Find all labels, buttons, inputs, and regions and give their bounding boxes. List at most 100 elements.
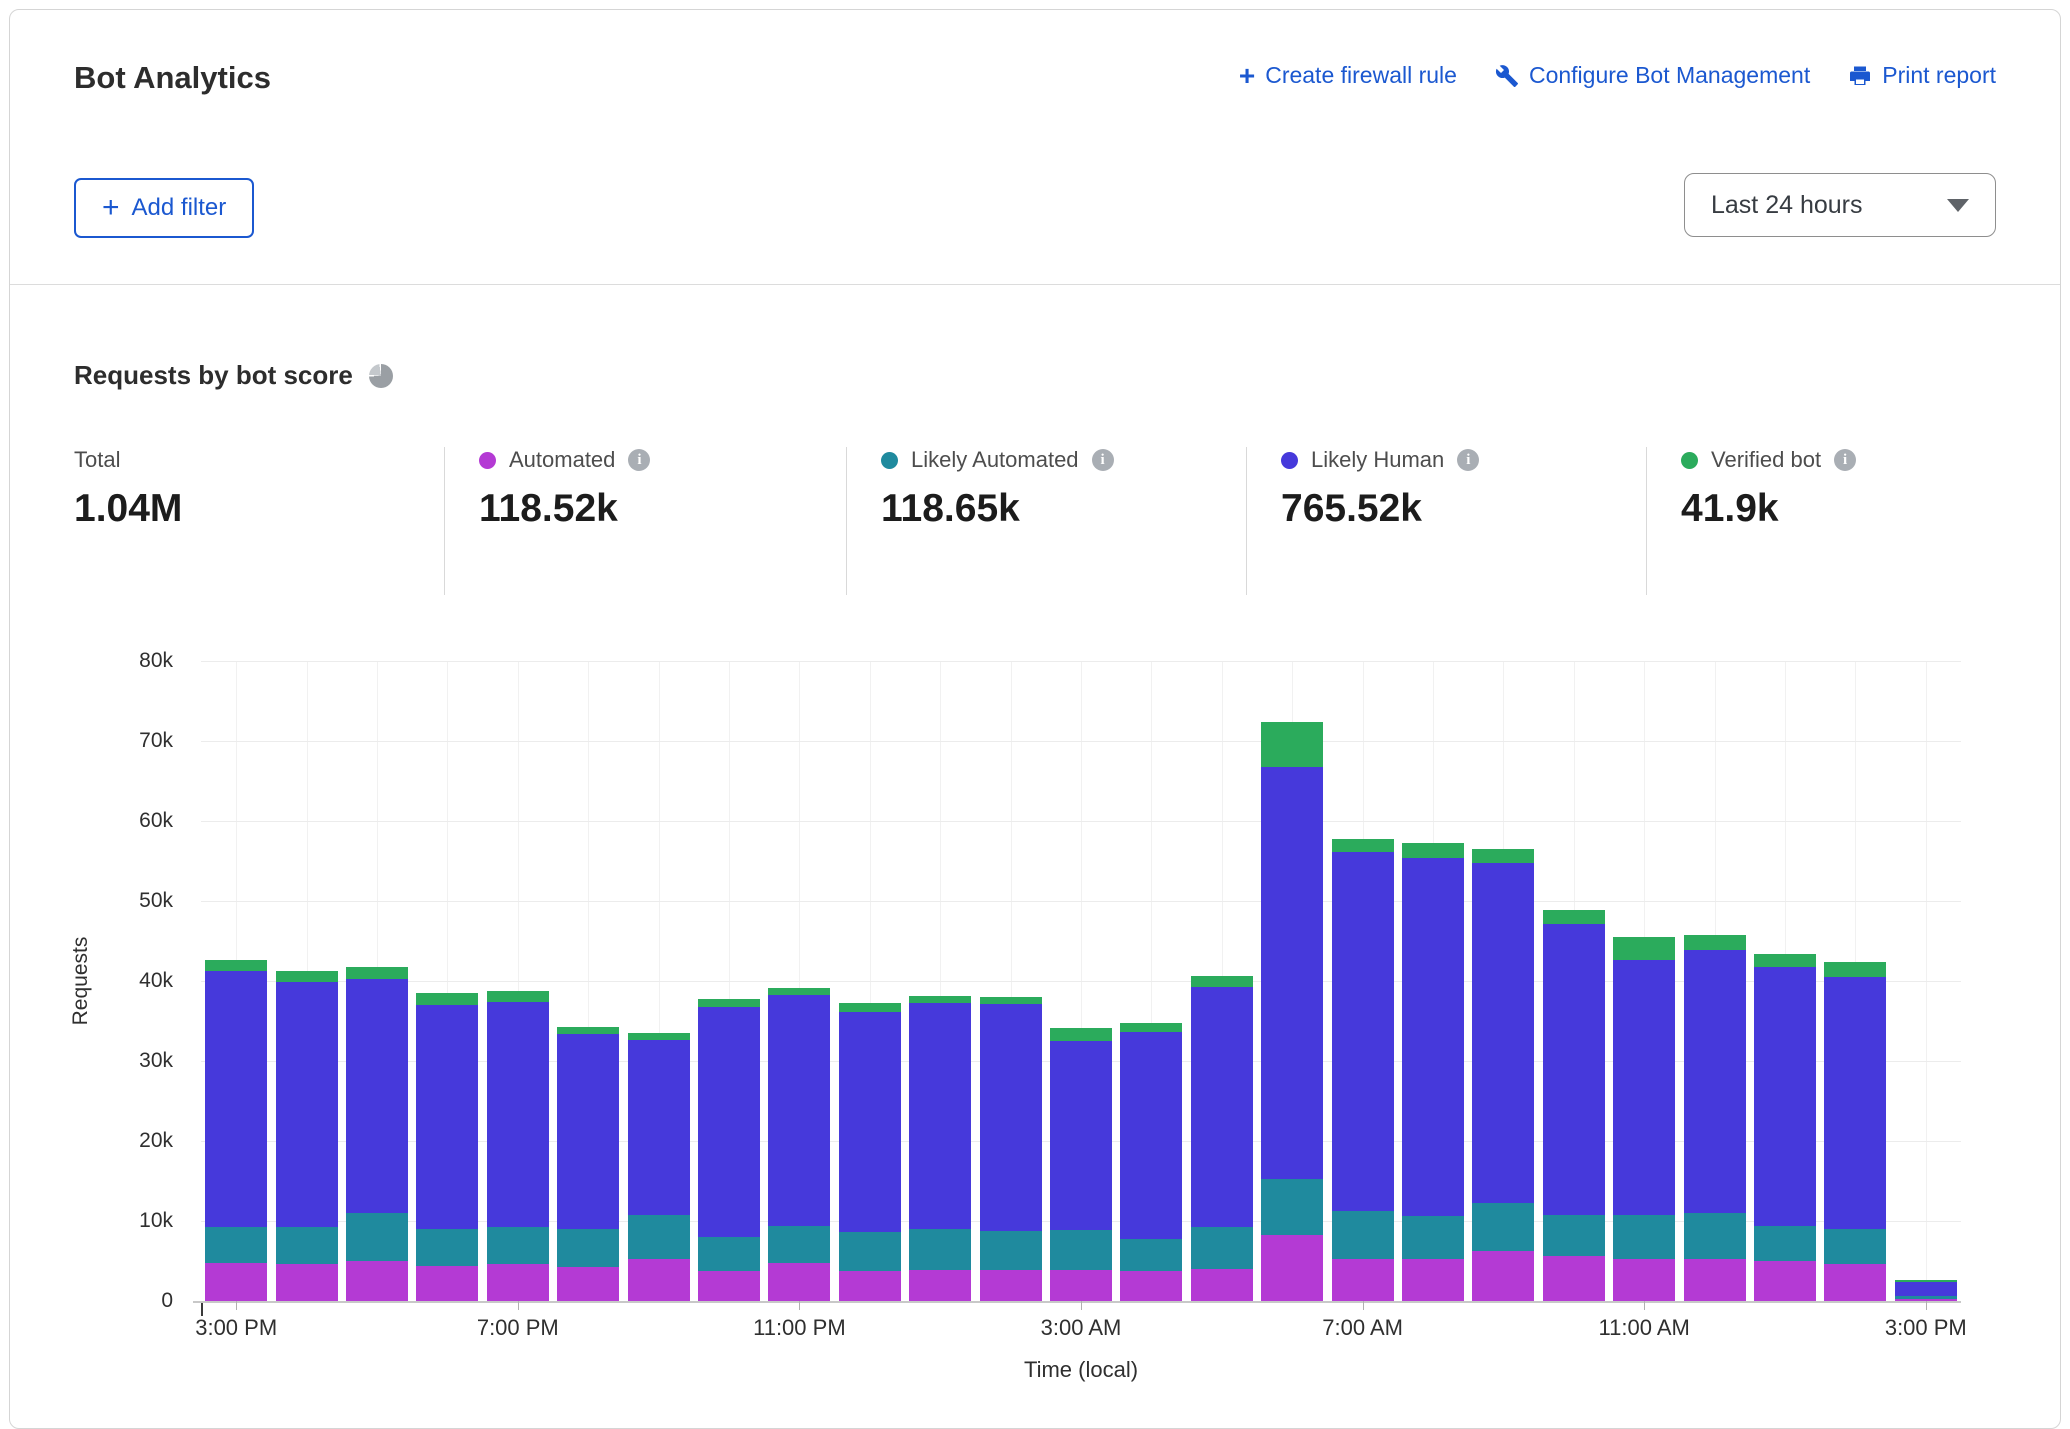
x-axis-title: Time (local) bbox=[201, 1357, 1961, 1383]
bar-segment-automated bbox=[416, 1266, 478, 1301]
info-icon[interactable]: i bbox=[1834, 449, 1856, 471]
bar-segment-verified-bot bbox=[1684, 935, 1746, 949]
bar-segment-likely-human bbox=[909, 1003, 971, 1229]
likely-automated-legend-dot bbox=[881, 452, 898, 469]
x-tick-mark bbox=[1926, 1301, 1927, 1310]
y-tick-label: 10k bbox=[139, 1209, 173, 1233]
page-title: Bot Analytics bbox=[74, 60, 271, 96]
bar-segment-likely-automated bbox=[839, 1232, 901, 1270]
y-tick-label: 20k bbox=[139, 1129, 173, 1153]
bar-segment-likely-human bbox=[346, 979, 408, 1213]
bar-segment-likely-human bbox=[276, 982, 338, 1228]
plot-area[interactable] bbox=[201, 661, 1961, 1301]
bar-segment-likely-automated bbox=[1332, 1211, 1394, 1258]
bar-segment-likely-human bbox=[1613, 960, 1675, 1214]
bar-segment-likely-automated bbox=[1261, 1179, 1323, 1235]
bar-segment-likely-human bbox=[1120, 1032, 1182, 1239]
bar-segment-automated bbox=[1332, 1259, 1394, 1301]
stat-total: Total 1.04M bbox=[74, 447, 444, 595]
bar-segment-verified-bot bbox=[1402, 843, 1464, 858]
x-tick-label: 11:00 AM bbox=[1544, 1315, 1744, 1341]
create-firewall-rule-label: Create firewall rule bbox=[1265, 62, 1457, 89]
x-tick-label: 3:00 PM bbox=[136, 1315, 336, 1341]
chevron-down-icon bbox=[1947, 199, 1969, 212]
configure-bot-management-link[interactable]: Configure Bot Management bbox=[1495, 62, 1810, 89]
stat-likely-human: Likely Human i 765.52k bbox=[1246, 447, 1646, 595]
create-firewall-rule-link[interactable]: + Create firewall rule bbox=[1239, 62, 1457, 89]
bar-segment-verified-bot bbox=[768, 988, 830, 995]
bar-segment-likely-automated bbox=[1754, 1226, 1816, 1261]
section-title: Requests by bot score bbox=[74, 360, 353, 391]
plus-icon: + bbox=[102, 197, 120, 219]
y-tick-label: 80k bbox=[139, 649, 173, 673]
bar-segment-automated bbox=[1684, 1259, 1746, 1301]
bar-segment-verified-bot bbox=[1261, 722, 1323, 768]
bot-analytics-card: Bot Analytics + Create firewall rule Con… bbox=[9, 9, 2061, 1429]
bar-segment-likely-automated bbox=[276, 1227, 338, 1264]
bar-segment-likely-human bbox=[839, 1012, 901, 1232]
bar-segment-automated bbox=[1120, 1271, 1182, 1301]
wrench-icon bbox=[1495, 64, 1519, 88]
stat-label: Total bbox=[74, 447, 120, 473]
bar-segment-likely-automated bbox=[205, 1227, 267, 1264]
bar-segment-automated bbox=[1472, 1251, 1534, 1301]
gridline-horizontal bbox=[201, 821, 1961, 822]
bar-segment-verified-bot bbox=[487, 991, 549, 1002]
x-tick-label: 3:00 AM bbox=[981, 1315, 1181, 1341]
bar-segment-automated bbox=[1191, 1269, 1253, 1301]
stat-label: Likely Automated bbox=[911, 447, 1079, 473]
bar-segment-likely-automated bbox=[557, 1229, 619, 1267]
x-tick-mark bbox=[236, 1301, 237, 1310]
x-tick-mark bbox=[799, 1301, 800, 1310]
bar-segment-likely-human bbox=[1402, 858, 1464, 1216]
gridline-horizontal bbox=[201, 661, 1961, 662]
bar-segment-verified-bot bbox=[346, 967, 408, 978]
bar-segment-likely-automated bbox=[1895, 1296, 1957, 1298]
bar-segment-likely-automated bbox=[1824, 1229, 1886, 1264]
info-icon[interactable]: i bbox=[628, 449, 650, 471]
automated-legend-dot bbox=[479, 452, 496, 469]
print-report-link[interactable]: Print report bbox=[1848, 62, 1996, 89]
x-tick-label: 3:00 PM bbox=[1826, 1315, 2026, 1341]
stat-verified-bot: Verified bot i 41.9k bbox=[1646, 447, 1998, 595]
bar-segment-likely-automated bbox=[1191, 1227, 1253, 1269]
bar-segment-likely-automated bbox=[1402, 1216, 1464, 1259]
time-range-select[interactable]: Last 24 hours bbox=[1684, 173, 1996, 237]
bar-segment-likely-automated bbox=[1613, 1215, 1675, 1259]
bar-segment-likely-automated bbox=[698, 1237, 760, 1271]
bar-segment-automated bbox=[1402, 1259, 1464, 1301]
bar-segment-likely-human bbox=[1191, 987, 1253, 1228]
add-filter-button[interactable]: + Add filter bbox=[74, 178, 254, 238]
y-tick-label: 0 bbox=[161, 1289, 173, 1313]
x-axis-labels: 3:00 PM7:00 PM11:00 PM3:00 AM7:00 AM11:0… bbox=[201, 1315, 1961, 1345]
pie-chart-icon bbox=[369, 364, 393, 388]
bar-segment-automated bbox=[487, 1264, 549, 1301]
time-range-value: Last 24 hours bbox=[1711, 191, 1863, 220]
printer-icon bbox=[1848, 64, 1872, 88]
info-icon[interactable]: i bbox=[1092, 449, 1114, 471]
bar-segment-verified-bot bbox=[1050, 1028, 1112, 1041]
stat-value: 118.65k bbox=[881, 487, 1246, 531]
bar-segment-likely-automated bbox=[980, 1231, 1042, 1269]
bar-segment-verified-bot bbox=[1191, 976, 1253, 986]
bar-segment-verified-bot bbox=[276, 971, 338, 981]
bar-segment-verified-bot bbox=[557, 1027, 619, 1034]
bar-segment-automated bbox=[1543, 1256, 1605, 1301]
y-tick-label: 30k bbox=[139, 1049, 173, 1073]
bar-segment-verified-bot bbox=[1613, 937, 1675, 960]
bar-segment-likely-automated bbox=[346, 1213, 408, 1261]
bar-segment-verified-bot bbox=[1472, 849, 1534, 863]
bar-segment-automated bbox=[276, 1264, 338, 1301]
bar-segment-verified-bot bbox=[980, 997, 1042, 1004]
bar-segment-automated bbox=[205, 1263, 267, 1301]
info-icon[interactable]: i bbox=[1457, 449, 1479, 471]
bar-segment-likely-human bbox=[698, 1007, 760, 1237]
stat-label: Likely Human bbox=[1311, 447, 1444, 473]
stat-label: Verified bot bbox=[1711, 447, 1821, 473]
x-tick-mark bbox=[518, 1301, 519, 1310]
bar-segment-likely-human bbox=[1684, 950, 1746, 1213]
bar-segment-likely-human bbox=[980, 1004, 1042, 1231]
bar-segment-likely-automated bbox=[416, 1229, 478, 1266]
x-tick-label: 7:00 PM bbox=[418, 1315, 618, 1341]
bar-segment-likely-human bbox=[768, 995, 830, 1225]
